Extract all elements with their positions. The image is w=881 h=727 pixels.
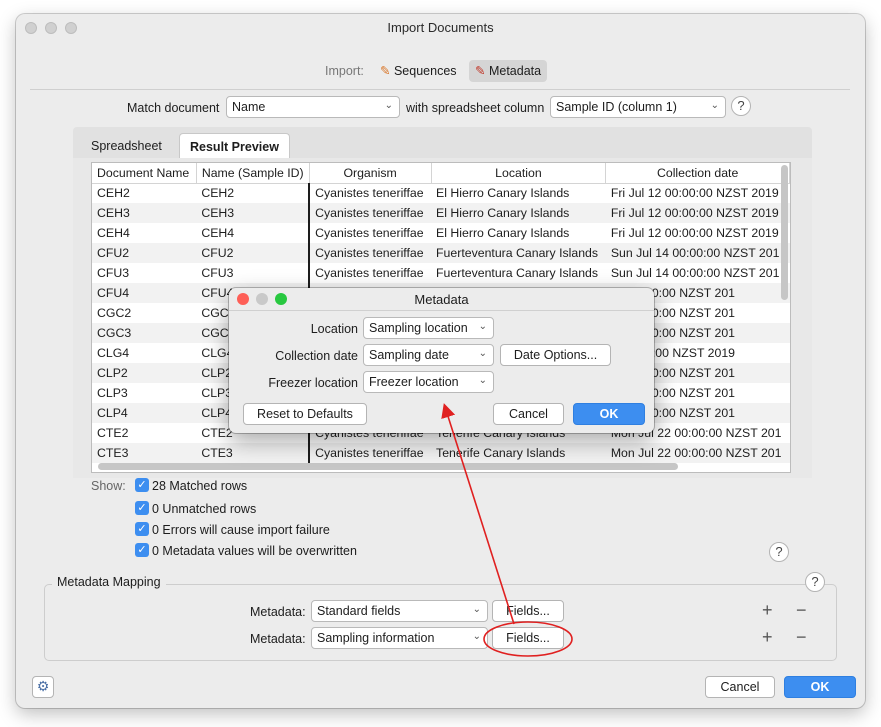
annotation-circle — [483, 621, 573, 657]
annotation-arrow — [441, 403, 515, 625]
annotation-overlay — [441, 403, 573, 657]
